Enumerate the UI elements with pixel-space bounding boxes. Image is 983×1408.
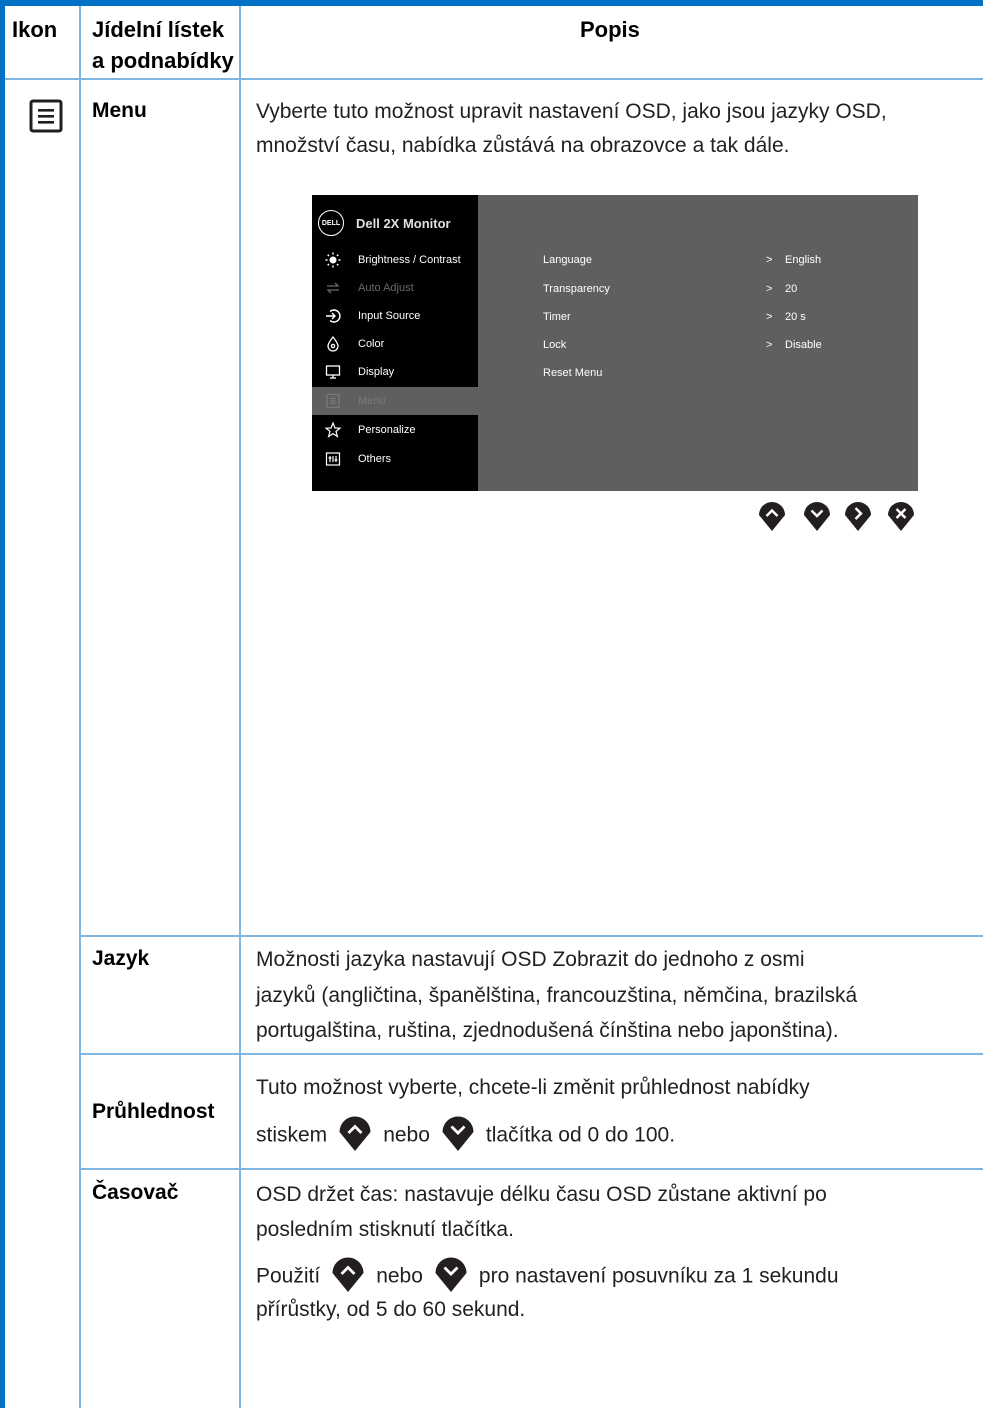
timer-description-line4: přírůstky, od 5 do 60 sekund.: [256, 1298, 526, 1321]
osd-item-label: Color: [358, 338, 385, 350]
menu-label: Menu: [92, 99, 147, 122]
osd-setting-reset-menu[interactable]: Reset Menu: [543, 367, 602, 379]
osd-screenshot: DELL Dell 2X Monitor Brightness / Contra…: [312, 195, 918, 491]
input-source-icon: [324, 307, 342, 325]
osd-setting-language[interactable]: Language: [543, 254, 592, 266]
osd-value-lock: Disable: [785, 339, 822, 351]
osd-item-label: Auto Adjust: [358, 282, 414, 294]
text-segment: nebo: [383, 1123, 430, 1147]
row-rule-3: [79, 1168, 983, 1170]
timer-description-line3: Použití nebo pro nastavení posuvníku za 1 …: [256, 1255, 839, 1296]
header-menu-column-line1: Jídelní lístek: [92, 17, 225, 42]
color-icon: [324, 335, 342, 353]
row-rule-1: [79, 935, 983, 937]
header-menu-column-line2: a podnabídky: [92, 48, 234, 73]
osd-value-timer: 20 s: [785, 311, 806, 323]
osd-item-auto-adjust[interactable]: Auto Adjust: [312, 274, 478, 302]
osd-setting-lock[interactable]: Lock: [543, 339, 566, 351]
column-divider-menu: [239, 6, 241, 1408]
osd-title: Dell 2X Monitor: [356, 215, 451, 231]
osd-menu-panel: DELL Dell 2X Monitor Brightness / Contra…: [312, 195, 478, 491]
osd-arrow: >: [766, 339, 773, 351]
down-button-icon[interactable]: [802, 500, 832, 532]
osd-item-display[interactable]: Display: [312, 358, 478, 386]
osd-setting-transparency[interactable]: Transparency: [543, 283, 610, 295]
menu-list-icon: [28, 98, 64, 134]
text-segment: pro nastavení posuvníku za 1 sekundu: [478, 1264, 839, 1288]
language-description-line2: jazyků (angličtina, španělština, francou…: [256, 984, 858, 1007]
column-divider-icon: [79, 6, 81, 1408]
text-segment: Použití: [256, 1264, 321, 1288]
menu-description-line2: množství času, nabídka zůstává na obrazo…: [256, 134, 790, 157]
menu-description-line1: Vyberte tuto možnost upravit nastavení O…: [256, 100, 887, 123]
language-label: Jazyk: [92, 947, 150, 970]
header-rule: [5, 78, 983, 80]
language-description-line3: portugalština, ruština, zjednodušená čín…: [256, 1019, 839, 1042]
transparency-description-line1: Tuto možnost vyberte, chcete-li změnit p…: [256, 1076, 810, 1099]
osd-item-others[interactable]: Others: [312, 445, 478, 473]
dell-logo: DELL: [318, 210, 344, 236]
auto-adjust-icon: [324, 279, 342, 297]
osd-value-language: English: [785, 254, 822, 266]
others-icon: [324, 450, 342, 468]
row-rule-2: [79, 1053, 983, 1055]
language-description-line1: Možnosti jazyka nastavují OSD Zobrazit d…: [256, 948, 805, 971]
timer-label: Časovač: [92, 1181, 179, 1204]
osd-item-input-source[interactable]: Input Source: [312, 302, 478, 330]
timer-description-line1: OSD držet čas: nastavuje délku času OSD …: [256, 1183, 827, 1206]
osd-arrow: >: [766, 254, 773, 266]
star-icon: [324, 421, 342, 439]
osd-title-row: DELL Dell 2X Monitor: [318, 209, 451, 237]
header-icon-column: Ikon: [12, 17, 58, 42]
up-button-icon[interactable]: [757, 500, 787, 532]
down-button-icon: [440, 1114, 476, 1152]
close-button-icon[interactable]: [886, 500, 916, 532]
header-description-column: Popis: [580, 17, 640, 42]
osd-item-label: Input Source: [358, 310, 421, 322]
menu-icon: [324, 392, 342, 410]
osd-item-label: Personalize: [358, 424, 416, 436]
osd-item-personalize[interactable]: Personalize: [312, 416, 478, 444]
transparency-description-line2: stiskem nebo tlačítka od 0 do 100.: [256, 1114, 676, 1155]
osd-item-color[interactable]: Color: [312, 330, 478, 358]
right-button-icon[interactable]: [843, 500, 873, 532]
up-button-icon: [330, 1255, 366, 1293]
down-button-icon: [433, 1255, 469, 1293]
osd-item-label: Display: [358, 366, 395, 378]
up-button-icon: [337, 1114, 373, 1152]
osd-arrow: >: [766, 311, 773, 323]
osd-value-transparency: 20: [785, 283, 798, 295]
osd-item-label: Menu: [358, 395, 386, 407]
transparency-label: Průhlednost: [92, 1100, 215, 1123]
display-icon: [324, 363, 342, 381]
osd-item-brightness[interactable]: Brightness / Contrast: [312, 246, 478, 274]
osd-setting-timer[interactable]: Timer: [543, 311, 571, 323]
table-left-border: [0, 0, 5, 1408]
text-segment: tlačítka od 0 do 100.: [485, 1123, 676, 1147]
timer-description-line2: posledním stisknutí tlačítka.: [256, 1218, 514, 1241]
osd-arrow: >: [766, 283, 773, 295]
osd-item-menu[interactable]: Menu: [312, 387, 478, 415]
brightness-icon: [324, 251, 342, 269]
table-top-border: [0, 0, 983, 6]
text-segment: stiskem: [256, 1123, 328, 1147]
osd-item-label: Brightness / Contrast: [358, 254, 461, 266]
osd-item-label: Others: [358, 453, 392, 465]
text-segment: nebo: [376, 1264, 423, 1288]
